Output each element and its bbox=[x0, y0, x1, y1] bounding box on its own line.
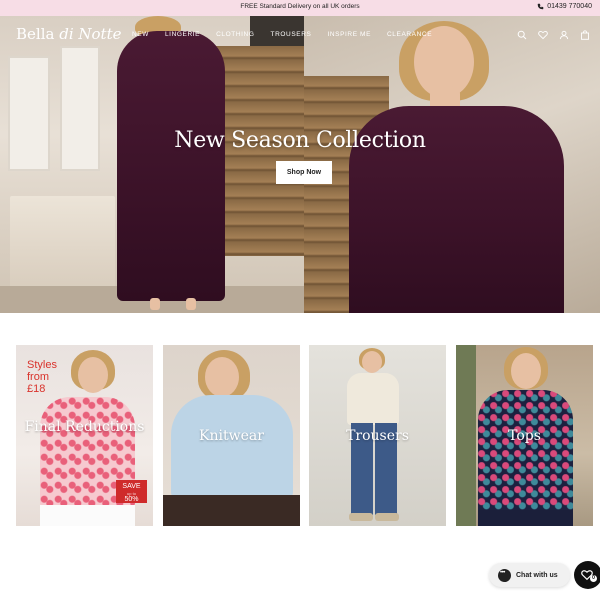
category-label-knitwear: Knitwear bbox=[199, 428, 264, 444]
nav-new[interactable]: NEW bbox=[132, 31, 149, 38]
hero-banner[interactable]: New Season Collection Shop Now bbox=[0, 16, 600, 313]
nav-inspire-me[interactable]: INSPIRE ME bbox=[327, 31, 371, 38]
phone-number: 01439 770040 bbox=[547, 3, 592, 10]
search-icon[interactable] bbox=[517, 27, 527, 40]
phone-contact[interactable]: 01439 770040 bbox=[537, 3, 592, 10]
hero-image-right bbox=[304, 16, 600, 313]
promo-styles-from: Styles from £18 bbox=[27, 359, 57, 395]
logo-part1: Bella bbox=[16, 25, 55, 43]
category-tile-tops[interactable]: Tops bbox=[456, 345, 593, 526]
category-label-tops: Tops bbox=[508, 428, 541, 444]
category-tile-knitwear[interactable]: Knitwear bbox=[163, 345, 300, 526]
save-badge-percent: 50% bbox=[124, 496, 139, 503]
save-badge-mid: up to bbox=[127, 491, 136, 496]
save-badge: SAVE up to 50% bbox=[116, 480, 147, 503]
category-label-trousers: Trousers bbox=[346, 428, 409, 444]
promo-price: £18 bbox=[27, 383, 46, 395]
wishlist-count-badge: 0 bbox=[590, 575, 597, 582]
heart-icon[interactable] bbox=[538, 27, 548, 40]
chat-bubble-icon bbox=[498, 568, 511, 582]
hero-title: New Season Collection bbox=[174, 128, 426, 153]
site-logo[interactable]: Bella di Notte bbox=[16, 25, 121, 43]
category-tile-final-reductions[interactable]: Styles from £18 Final Reductions SAVE up… bbox=[16, 345, 153, 526]
logo-part2: di Notte bbox=[59, 25, 122, 43]
nav-trousers[interactable]: TROUSERS bbox=[271, 31, 312, 38]
delivery-promo-text: FREE Standard Delivery on all UK orders bbox=[240, 3, 360, 10]
phone-icon bbox=[537, 3, 544, 10]
nav-lingerie[interactable]: LINGERIE bbox=[165, 31, 200, 38]
chat-widget-button[interactable]: Chat with us bbox=[489, 563, 570, 587]
hero-image-left bbox=[0, 16, 304, 313]
chat-label: Chat with us bbox=[516, 571, 558, 579]
nav-clearance[interactable]: CLEARANCE bbox=[387, 31, 432, 38]
category-label-final-reductions: Final Reductions bbox=[24, 419, 145, 435]
announcement-bar: FREE Standard Delivery on all UK orders … bbox=[0, 0, 600, 16]
bag-icon[interactable] bbox=[580, 27, 590, 40]
shop-now-button[interactable]: Shop Now bbox=[276, 161, 332, 184]
save-badge-top: SAVE bbox=[122, 483, 141, 490]
category-tile-trousers[interactable]: Trousers bbox=[309, 345, 446, 526]
nav-clothing[interactable]: CLOTHING bbox=[216, 31, 254, 38]
main-nav: NEW LINGERIE CLOTHING TROUSERS INSPIRE M… bbox=[132, 31, 448, 38]
promo-line-2: from bbox=[27, 371, 49, 383]
account-icon[interactable] bbox=[559, 27, 569, 40]
header-icons bbox=[517, 27, 590, 40]
promo-line-1: Styles bbox=[27, 359, 57, 371]
wishlist-floating-button[interactable]: 0 bbox=[574, 561, 600, 589]
